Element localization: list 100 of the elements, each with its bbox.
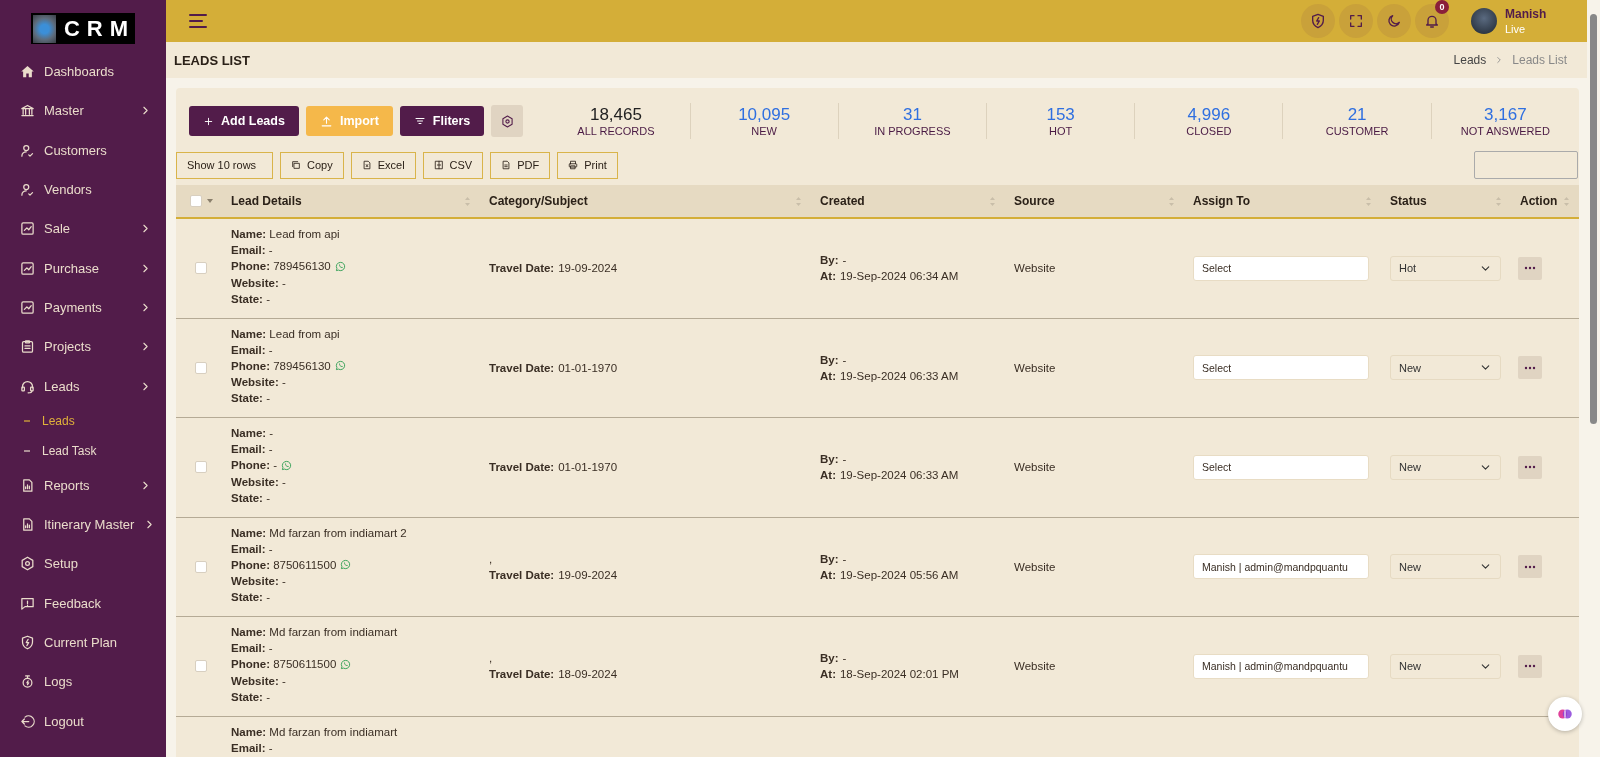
sidebar-item[interactable]: Master <box>0 91 166 131</box>
more-actions-button[interactable] <box>1518 455 1542 479</box>
row-checkbox[interactable] <box>194 461 207 474</box>
lead-detail: Name: Lead from api <box>231 326 340 342</box>
stat-value: 3,167 <box>1484 105 1527 125</box>
created-text: By: - <box>820 551 848 567</box>
row-checkbox[interactable] <box>194 660 207 673</box>
category-text: , <box>489 551 494 567</box>
stat-label: HOT <box>1049 125 1073 137</box>
more-icon <box>1524 365 1536 370</box>
more-actions-button[interactable] <box>1518 654 1542 678</box>
lead-detail: Name: - <box>231 426 274 442</box>
category-text: , <box>489 651 494 667</box>
row-checkbox[interactable] <box>194 560 207 573</box>
row-checkbox[interactable] <box>194 361 207 374</box>
column-header[interactable]: Lead Details <box>231 194 464 208</box>
column-header[interactable]: Category/Subject <box>489 194 795 208</box>
sidebar-item[interactable]: Logout <box>0 701 166 741</box>
created-text: At: 19-Sep-2024 06:33 AM <box>820 368 960 384</box>
lead-detail: State: - <box>231 391 270 407</box>
sidebar-item[interactable]: Customers <box>0 130 166 170</box>
assign-to-select[interactable]: Manish | admin@mandpquantu <box>1193 554 1369 580</box>
user-name: Manish <box>1505 7 1548 21</box>
status-dropdown[interactable]: New <box>1390 653 1501 679</box>
sidebar-item[interactable]: Leads <box>0 366 166 406</box>
fullscreen-button[interactable] <box>1339 4 1373 38</box>
stat-value: 21 <box>1347 105 1367 125</box>
pdf-button[interactable]: PDF <box>490 151 551 179</box>
created-text: By: - <box>820 253 848 269</box>
stat-value: 10,095 <box>738 105 791 125</box>
csv-button[interactable]: CSV <box>422 151 484 179</box>
assign-to-select[interactable]: Manish | admin@mandpquantu <box>1193 653 1369 679</box>
sidebar-item[interactable]: Projects <box>0 327 166 367</box>
report-icon <box>20 517 35 533</box>
page-size-dropdown[interactable]: Show 10 rows <box>176 151 273 179</box>
whatsapp-icon <box>340 559 352 571</box>
sidebar-item[interactable]: Payments <box>0 287 166 328</box>
column-header[interactable]: Source <box>1014 194 1168 208</box>
sort-icon <box>795 195 802 207</box>
sidebar-item[interactable]: Dashboards <box>0 52 166 92</box>
sidebar-item[interactable]: Setup <box>0 544 166 584</box>
row-checkbox[interactable] <box>194 262 207 275</box>
status-dropdown[interactable]: New <box>1390 454 1501 480</box>
whatsapp-icon <box>281 459 292 471</box>
add-leads-button[interactable]: Add Leads <box>189 106 299 136</box>
sidebar-subitem[interactable]: Leads <box>0 405 166 436</box>
sidebar-subitem[interactable]: Lead Task <box>0 435 166 466</box>
sidebar-item[interactable]: Vendors <box>0 169 166 210</box>
print-button[interactable]: Print <box>557 151 618 179</box>
sidebar-item[interactable]: Sale <box>0 209 166 249</box>
sidebar-item[interactable]: Logs <box>0 662 166 702</box>
status-dropdown[interactable]: New <box>1390 554 1501 580</box>
user-status: Live <box>1505 23 1527 35</box>
assign-to-select[interactable]: Select <box>1193 454 1369 480</box>
more-icon <box>1524 664 1536 669</box>
assign-to-select[interactable]: Select <box>1193 255 1369 281</box>
sidebar-item[interactable]: Reports <box>0 465 166 505</box>
sort-icon <box>464 195 471 207</box>
lead-detail: Name: Lead from api <box>231 227 340 243</box>
filters-button[interactable]: Fliters <box>399 106 485 136</box>
category-text: Travel Date: 19-09-2024 <box>489 261 619 277</box>
select-all-checkbox[interactable] <box>190 195 202 207</box>
status-dropdown[interactable]: New <box>1390 355 1501 381</box>
status-dropdown[interactable]: Hot <box>1390 255 1501 281</box>
sidebar-item[interactable]: Itinerary Master <box>0 504 166 545</box>
settings-button[interactable] <box>491 105 524 137</box>
breadcrumb-current: Leads List <box>1512 53 1567 67</box>
stat-label: NEW <box>751 125 777 137</box>
column-header[interactable]: Action <box>1520 194 1563 208</box>
scrollbar-thumb[interactable] <box>1590 14 1597 424</box>
avatar[interactable] <box>1471 8 1497 34</box>
column-header[interactable]: Assign To <box>1193 194 1365 208</box>
settings-icon <box>500 114 514 128</box>
printer-icon <box>568 160 579 170</box>
report-icon <box>20 477 35 493</box>
copy-button[interactable]: Copy <box>280 151 344 179</box>
more-actions-button[interactable] <box>1518 356 1542 380</box>
column-header[interactable]: Status <box>1390 194 1495 208</box>
lead-detail: Email: - <box>231 243 273 259</box>
stat-label: NOT ANSWERED <box>1460 125 1550 137</box>
more-actions-button[interactable] <box>1518 256 1542 280</box>
dark-mode-button[interactable] <box>1377 4 1411 38</box>
search-field[interactable] <box>1474 151 1578 179</box>
stopwatch-icon <box>20 674 35 690</box>
created-text: By: - <box>820 452 848 468</box>
shield-icon <box>1310 13 1326 29</box>
breadcrumb-link[interactable]: Leads <box>1453 53 1487 67</box>
assign-to-select[interactable]: Select <box>1193 355 1369 381</box>
column-header[interactable]: Created <box>820 194 989 208</box>
sidebar-item[interactable]: Purchase <box>0 248 166 288</box>
more-actions-button[interactable] <box>1518 555 1542 579</box>
excel-button[interactable]: Excel <box>350 151 416 179</box>
stat-label: ALL RECORDS <box>577 125 655 137</box>
sidebar-item[interactable]: Current Plan <box>0 622 166 663</box>
created-text: By: - <box>820 651 848 667</box>
lead-detail: State: - <box>231 590 270 606</box>
menu-button[interactable] <box>188 11 208 31</box>
lead-detail: Phone: 789456130 <box>231 259 331 275</box>
upgrade-button[interactable] <box>1301 4 1335 38</box>
sidebar-item[interactable]: Feedback <box>0 583 166 623</box>
